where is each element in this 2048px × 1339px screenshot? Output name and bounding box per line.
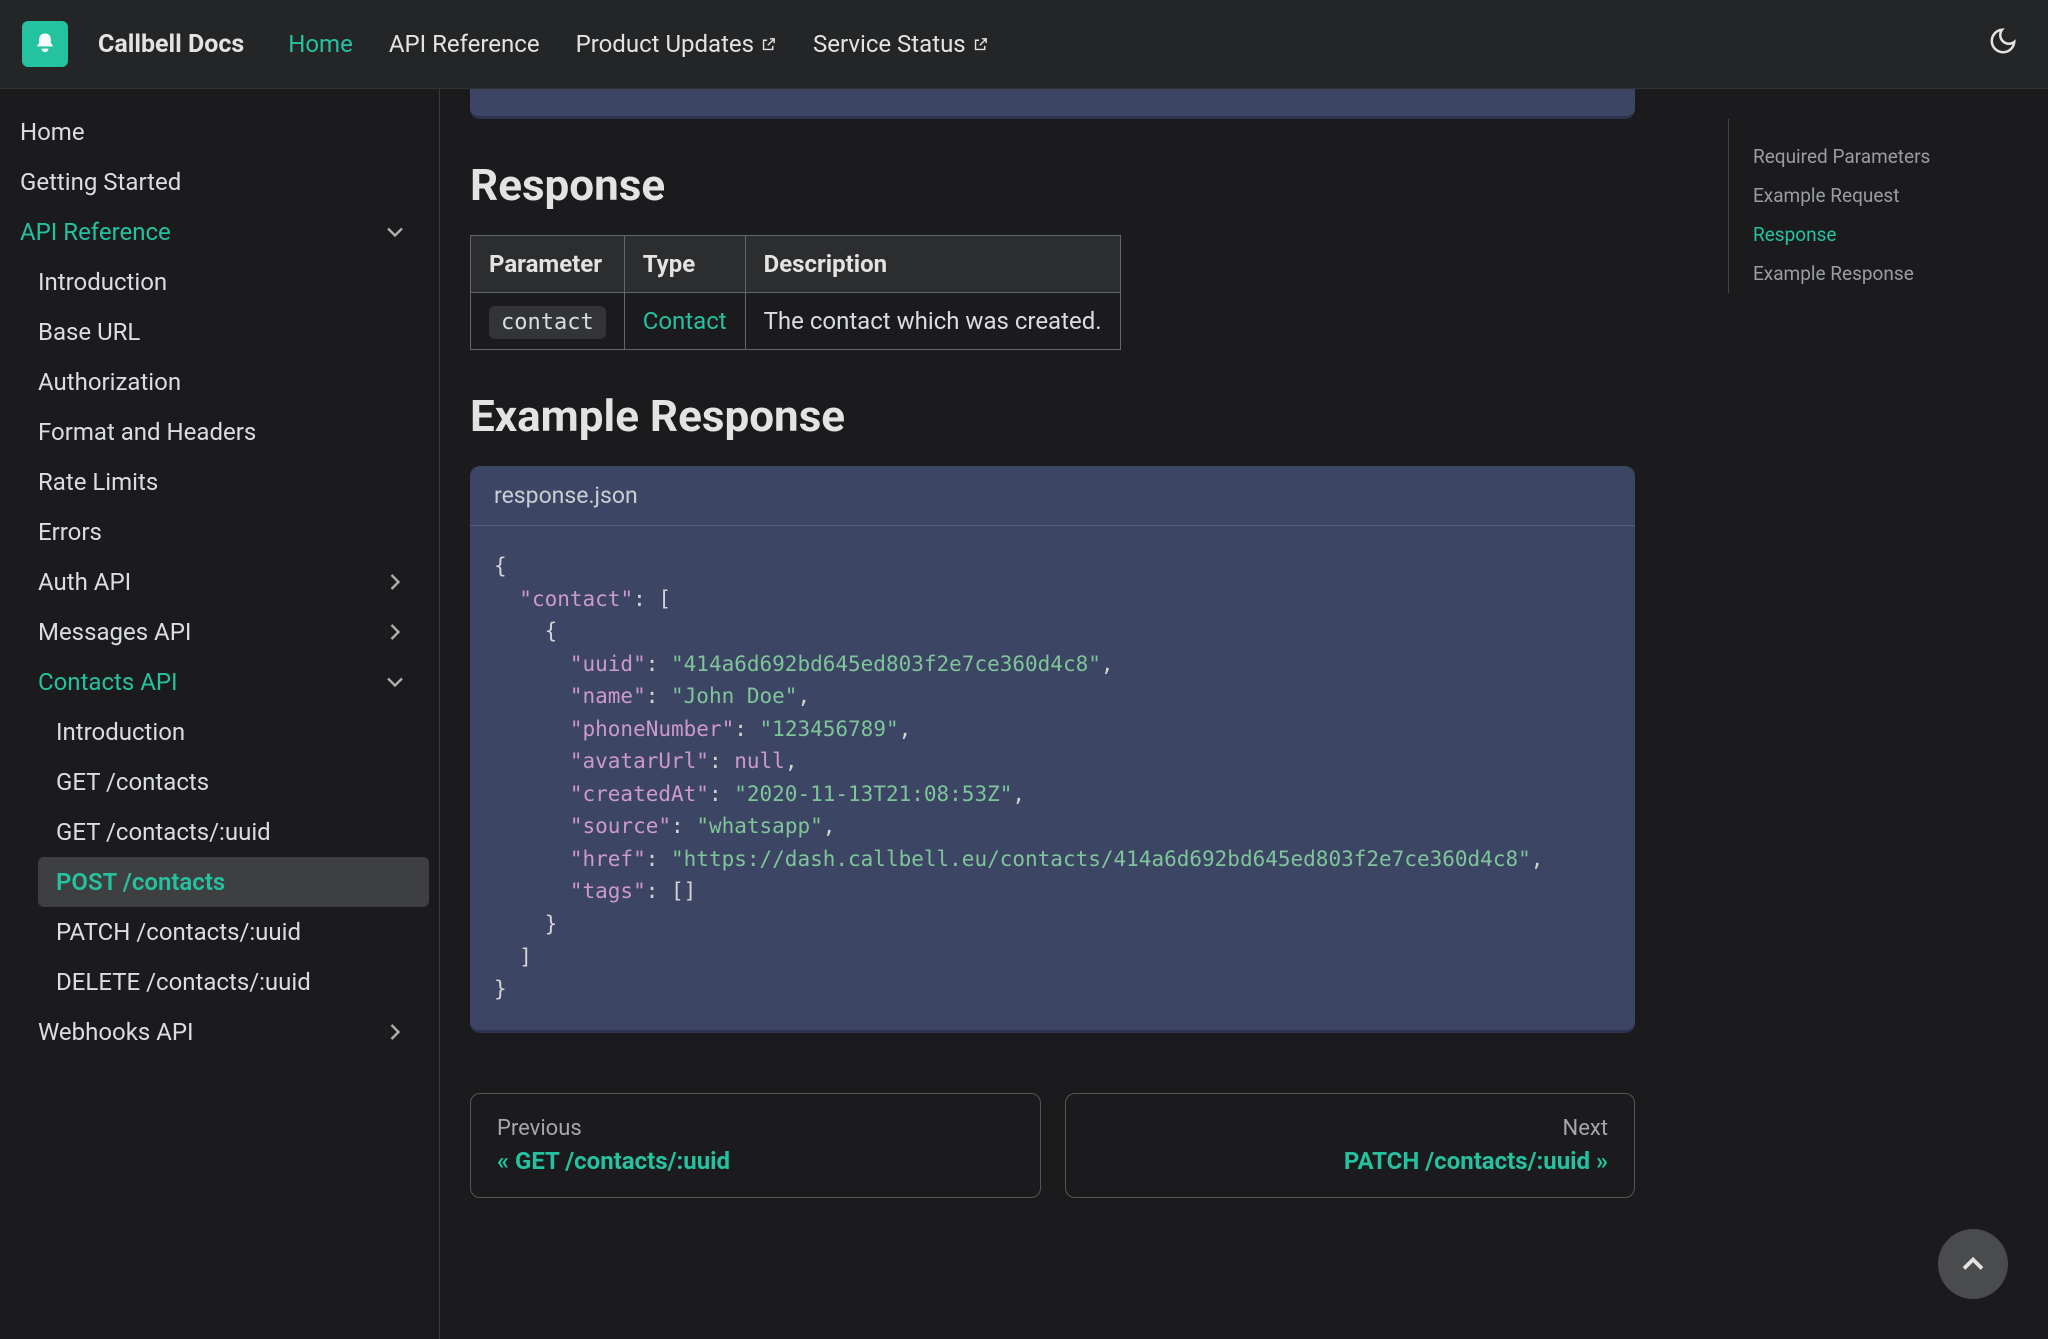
sidebar-item-patch-contacts-uuid[interactable]: PATCH /contacts/:uuid <box>0 907 429 957</box>
chevron-right-icon <box>381 1018 409 1046</box>
prev-label: Previous <box>497 1116 1014 1141</box>
td-description: The contact which was created. <box>745 293 1120 350</box>
chevron-up-icon <box>1955 1246 1991 1282</box>
prev-title: « GET /contacts/:uuid <box>497 1147 1014 1175</box>
th-parameter: Parameter <box>471 236 625 293</box>
chevron-right-icon <box>381 618 409 646</box>
scroll-to-top-button[interactable] <box>1938 1229 2008 1299</box>
nav-api-reference[interactable]: API Reference <box>389 30 540 58</box>
next-label: Next <box>1092 1116 1609 1141</box>
sidebar-item-base-url[interactable]: Base URL <box>0 307 429 357</box>
external-link-icon <box>972 36 989 53</box>
sidebar-item-contacts-api[interactable]: Contacts API <box>0 657 429 707</box>
sidebar-item-authorization[interactable]: Authorization <box>0 357 429 407</box>
sidebar-item-introduction[interactable]: Introduction <box>0 257 429 307</box>
nav-service-status-label: Service Status <box>813 30 966 58</box>
page-navigation: Previous « GET /contacts/:uuid Next PATC… <box>470 1093 1635 1198</box>
nav-links: Home API Reference Product Updates Servi… <box>288 30 988 58</box>
sidebar-label: API Reference <box>20 218 171 246</box>
sidebar-item-errors[interactable]: Errors <box>0 507 429 557</box>
main-content: Response Parameter Type Description cont… <box>440 89 1728 1339</box>
toc-example-request[interactable]: Example Request <box>1753 176 2048 215</box>
sidebar-item-webhooks-api[interactable]: Webhooks API <box>0 1007 429 1057</box>
th-type: Type <box>624 236 745 293</box>
sidebar-item-rate-limits[interactable]: Rate Limits <box>0 457 429 507</box>
param-code: contact <box>489 306 606 339</box>
next-page-button[interactable]: Next PATCH /contacts/:uuid » <box>1065 1093 1636 1198</box>
brand-name: Callbell Docs <box>98 30 244 59</box>
nav-home[interactable]: Home <box>288 30 353 58</box>
code-body: { "contact": [ { "uuid": "414a6d692bd645… <box>470 526 1635 1030</box>
prev-page-button[interactable]: Previous « GET /contacts/:uuid <box>470 1093 1041 1198</box>
toc-required-params[interactable]: Required Parameters <box>1753 137 2048 176</box>
layout: Home Getting Started API Reference Intro… <box>0 89 2048 1339</box>
external-link-icon <box>760 36 777 53</box>
sidebar-item-messages-api[interactable]: Messages API <box>0 607 429 657</box>
sidebar-item-post-contacts[interactable]: POST /contacts <box>38 857 429 907</box>
type-link[interactable]: Contact <box>643 307 727 335</box>
topbar-left: Callbell Docs Home API Reference Product… <box>22 21 989 67</box>
heading-example-response: Example Response <box>470 390 1635 442</box>
toc-example-response[interactable]: Example Response <box>1753 254 2048 293</box>
sidebar: Home Getting Started API Reference Intro… <box>0 89 440 1339</box>
sidebar-label: Contacts API <box>38 668 178 696</box>
toc-response[interactable]: Response <box>1753 215 2048 254</box>
sidebar-item-get-contacts[interactable]: GET /contacts <box>0 757 429 807</box>
table-of-contents: Required Parameters Example Request Resp… <box>1728 119 2048 293</box>
sidebar-label: Auth API <box>38 568 131 596</box>
sidebar-item-delete-contacts-uuid[interactable]: DELETE /contacts/:uuid <box>0 957 429 1007</box>
th-description: Description <box>745 236 1120 293</box>
next-title: PATCH /contacts/:uuid » <box>1092 1147 1609 1175</box>
code-block: response.json { "contact": [ { "uuid": "… <box>470 466 1635 1033</box>
response-table: Parameter Type Description contact Conta… <box>470 235 1121 350</box>
sidebar-label: Messages API <box>38 618 191 646</box>
nav-product-updates-label: Product Updates <box>576 30 754 58</box>
bell-icon <box>31 30 59 58</box>
nav-product-updates[interactable]: Product Updates <box>576 30 777 58</box>
chevron-down-icon <box>381 668 409 696</box>
sidebar-item-auth-api[interactable]: Auth API <box>0 557 429 607</box>
sidebar-item-get-contacts-uuid[interactable]: GET /contacts/:uuid <box>0 807 429 857</box>
moon-icon <box>1988 26 2018 56</box>
code-block-bottom-edge <box>470 89 1635 119</box>
logo[interactable] <box>22 21 68 67</box>
heading-response: Response <box>470 159 1635 211</box>
sidebar-item-home[interactable]: Home <box>0 107 429 157</box>
chevron-right-icon <box>381 568 409 596</box>
sidebar-label: Webhooks API <box>38 1018 194 1046</box>
table-row: contact Contact The contact which was cr… <box>471 293 1121 350</box>
sidebar-item-contacts-intro[interactable]: Introduction <box>0 707 429 757</box>
nav-service-status[interactable]: Service Status <box>813 30 989 58</box>
chevron-down-icon <box>381 218 409 246</box>
sidebar-item-format-headers[interactable]: Format and Headers <box>0 407 429 457</box>
code-filename: response.json <box>470 466 1635 526</box>
theme-toggle[interactable] <box>1980 18 2026 70</box>
topbar: Callbell Docs Home API Reference Product… <box>0 0 2048 89</box>
sidebar-item-getting-started[interactable]: Getting Started <box>0 157 429 207</box>
sidebar-item-api-reference[interactable]: API Reference <box>0 207 429 257</box>
